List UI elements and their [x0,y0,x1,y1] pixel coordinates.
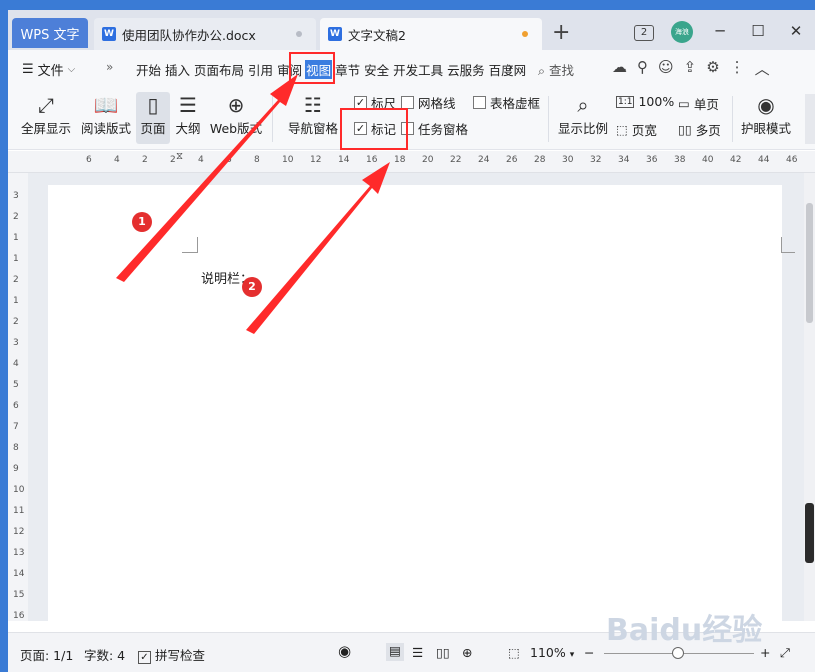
wps-window: WPS 文字 W 使用团队协作办公.docx W 文字文稿2 + 2 海浪 ─ … [8,10,815,672]
arrow-1 [116,74,298,282]
step-2-marker: 2 [242,277,262,297]
step-1-marker: 1 [132,212,152,232]
baidu-watermark: Baidu经验 [606,613,763,648]
arrow-2 [246,162,390,334]
annotation-arrows [116,74,390,334]
